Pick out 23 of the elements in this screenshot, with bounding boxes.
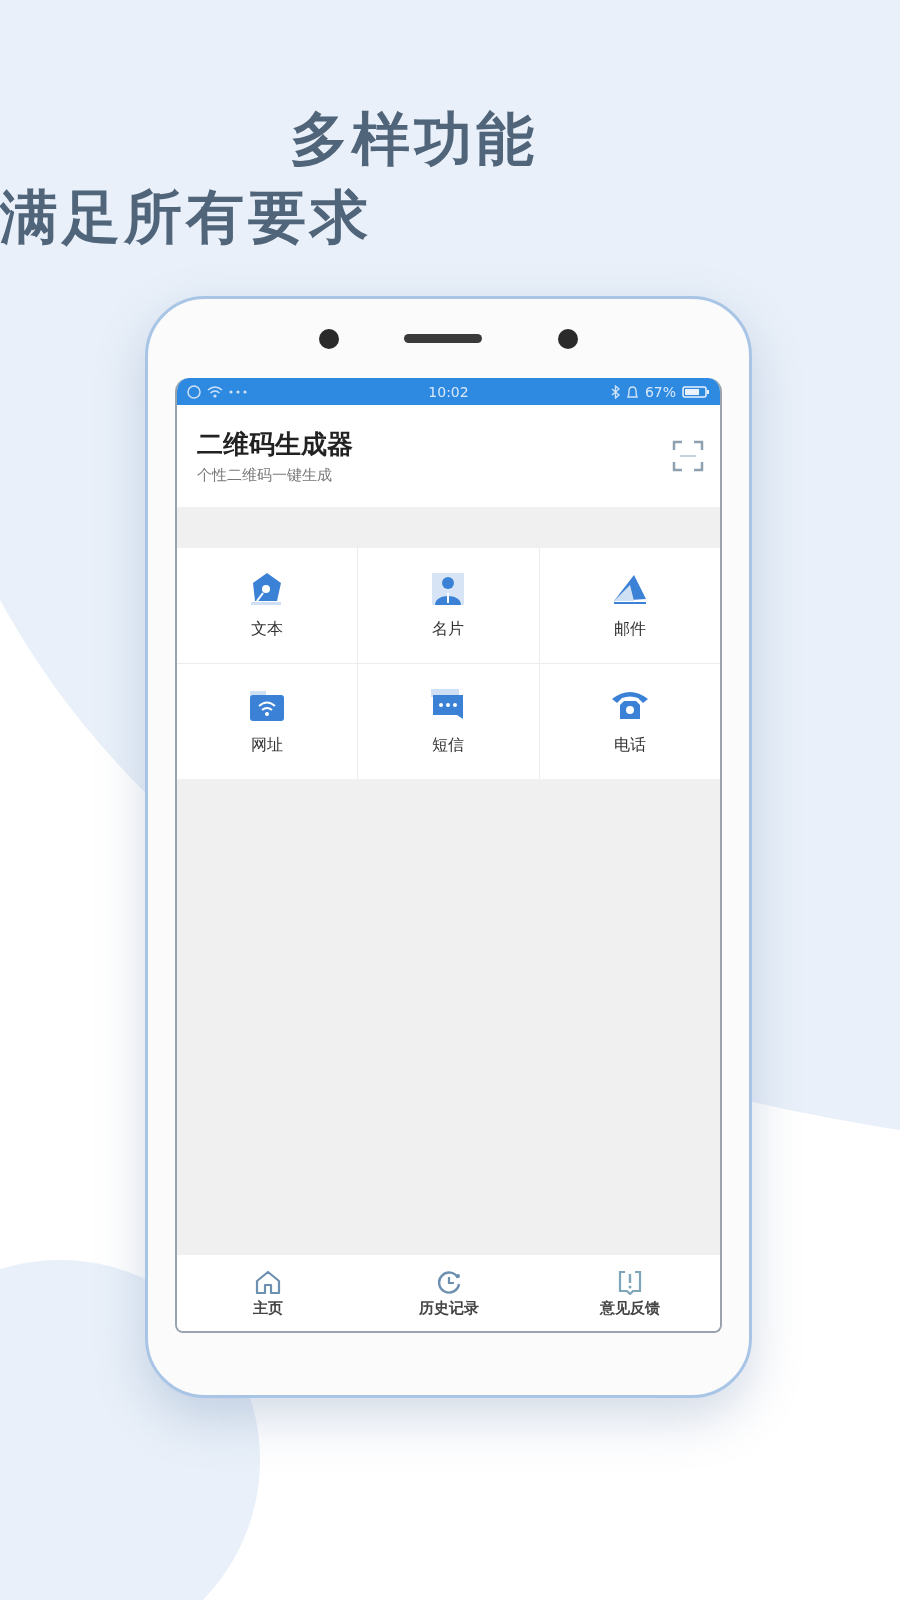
function-tile[interactable]: 电话 — [539, 664, 720, 779]
headline: 多样功能 — [290, 104, 539, 175]
camera-lens — [319, 328, 339, 349]
function-tile[interactable]: 网址 — [177, 664, 358, 779]
battery-percent: 67% — [644, 383, 676, 400]
function-tile[interactable]: 名片 — [358, 548, 539, 663]
scan-icon[interactable] — [672, 440, 704, 472]
function-tile[interactable]: 邮件 — [539, 548, 720, 663]
contact-card-icon — [430, 571, 467, 607]
function-tile[interactable]: 文本 — [177, 548, 358, 663]
app-title: 二维码生成器 — [197, 428, 354, 461]
nav-tab[interactable]: 意见反馈 — [539, 1255, 720, 1331]
app-subtitle: 个性二维码一键生成 — [197, 466, 333, 485]
function-tile[interactable]: 短信 — [358, 664, 539, 779]
bluetooth-icon — [610, 384, 620, 399]
more-dots-icon — [229, 389, 247, 394]
front-sensor — [558, 328, 578, 349]
status-time: 10:02 — [428, 383, 469, 400]
nav-tab[interactable]: 主页 — [177, 1255, 358, 1331]
battery-icon — [682, 385, 710, 398]
wifi-icon — [207, 385, 223, 398]
home-icon — [253, 1268, 282, 1295]
nav-tab[interactable]: 历史记录 — [358, 1255, 539, 1331]
